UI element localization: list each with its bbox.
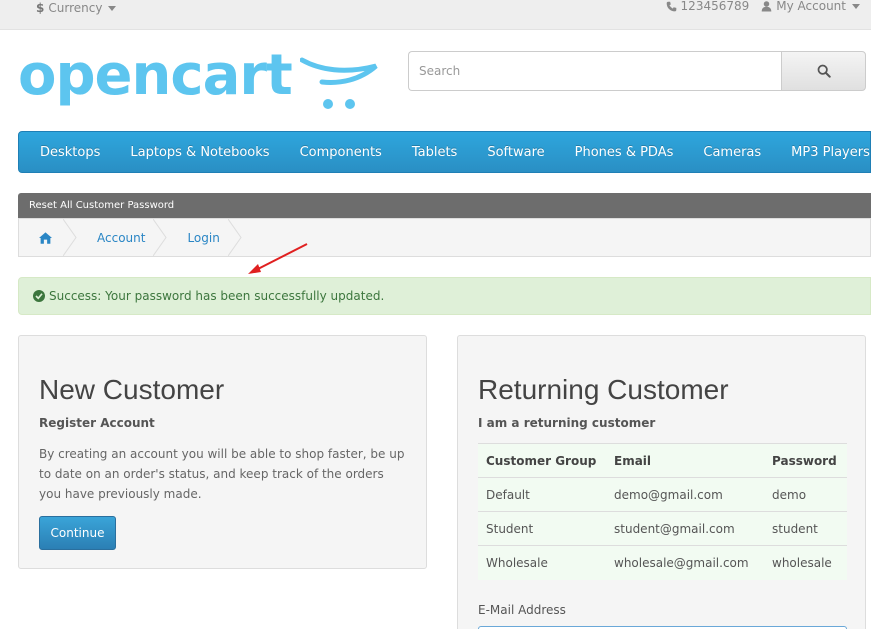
table-cell: Wholesale xyxy=(478,545,606,580)
breadcrumb-home[interactable] xyxy=(19,219,77,256)
table-row: Wholesale wholesale@gmail.com wholesale xyxy=(478,545,847,580)
search-button[interactable] xyxy=(781,51,866,91)
currency-dropdown[interactable]: $ Currency xyxy=(36,1,117,15)
currency-symbol: $ xyxy=(36,1,45,15)
breadcrumb: Account Login xyxy=(18,218,871,257)
reset-password-banner: Reset All Customer Password xyxy=(18,193,871,218)
table-cell: student xyxy=(764,511,847,546)
menu-item-desktops[interactable]: Desktops xyxy=(40,145,100,160)
search-input[interactable] xyxy=(408,51,781,91)
top-bar: $ Currency 123456789 My Account xyxy=(0,0,871,30)
demo-credentials-table: Customer Group Email Password Default de… xyxy=(478,443,847,580)
cart-logo-icon xyxy=(300,57,378,109)
opencart-logo[interactable]: opencart xyxy=(18,43,378,109)
table-cell: Default xyxy=(478,477,606,512)
my-account-dropdown[interactable]: My Account xyxy=(761,0,860,13)
column-header: Email xyxy=(606,443,764,478)
table-cell: demo xyxy=(764,477,847,512)
home-icon xyxy=(39,231,52,244)
phone-icon xyxy=(666,1,676,11)
breadcrumb-login[interactable]: Login xyxy=(167,219,241,256)
caret-down-icon xyxy=(852,3,860,9)
table-header-row: Customer Group Email Password xyxy=(478,443,847,478)
menu-item-mp3-players[interactable]: MP3 Players xyxy=(791,145,870,160)
column-header: Password xyxy=(764,443,847,478)
phone-number: 123456789 xyxy=(680,0,750,13)
table-cell: wholesale@gmail.com xyxy=(606,545,764,580)
register-account-heading: Register Account xyxy=(39,416,155,430)
currency-label: Currency xyxy=(48,1,103,15)
annotation-arrow-icon xyxy=(248,243,308,274)
returning-customer-title: Returning Customer xyxy=(478,374,729,405)
check-circle-icon xyxy=(33,290,45,302)
column-header: Customer Group xyxy=(478,443,606,478)
alert-message: Success: Your password has been successf… xyxy=(49,289,385,303)
main-menu: Desktops Laptops & Notebooks Components … xyxy=(18,131,871,173)
my-account-label: My Account xyxy=(776,0,846,13)
email-label: E-Mail Address xyxy=(478,603,566,617)
table-cell: demo@gmail.com xyxy=(606,477,764,512)
caret-down-icon xyxy=(108,5,117,11)
top-links: 123456789 My Account xyxy=(666,0,860,13)
success-alert: Success: Your password has been successf… xyxy=(18,277,871,315)
search-bar xyxy=(408,51,866,91)
table-row: Default demo@gmail.com demo xyxy=(478,477,847,512)
table-cell: wholesale xyxy=(764,545,847,580)
new-customer-title: New Customer xyxy=(39,374,225,405)
search-icon xyxy=(817,64,831,78)
menu-item-components[interactable]: Components xyxy=(300,145,382,160)
table-cell: Student xyxy=(478,511,606,546)
logo-text: opencart xyxy=(18,43,293,108)
returning-customer-panel: Returning Customer I am a returning cust… xyxy=(457,335,866,629)
table-row: Student student@gmail.com student xyxy=(478,511,847,546)
menu-item-laptops[interactable]: Laptops & Notebooks xyxy=(130,145,269,160)
breadcrumb-account[interactable]: Account xyxy=(77,219,167,256)
menu-item-cameras[interactable]: Cameras xyxy=(703,145,761,160)
menu-item-software[interactable]: Software xyxy=(487,145,544,160)
returning-customer-subtitle: I am a returning customer xyxy=(478,416,656,430)
menu-item-tablets[interactable]: Tablets xyxy=(412,145,458,160)
menu-item-phones[interactable]: Phones & PDAs xyxy=(575,145,674,160)
new-customer-panel: New Customer Register Account By creatin… xyxy=(18,335,427,569)
user-icon xyxy=(761,1,772,12)
new-customer-description: By creating an account you will be able … xyxy=(39,447,405,501)
continue-button[interactable]: Continue xyxy=(39,516,116,550)
phone-link[interactable]: 123456789 xyxy=(666,0,750,13)
table-cell: student@gmail.com xyxy=(606,511,764,546)
